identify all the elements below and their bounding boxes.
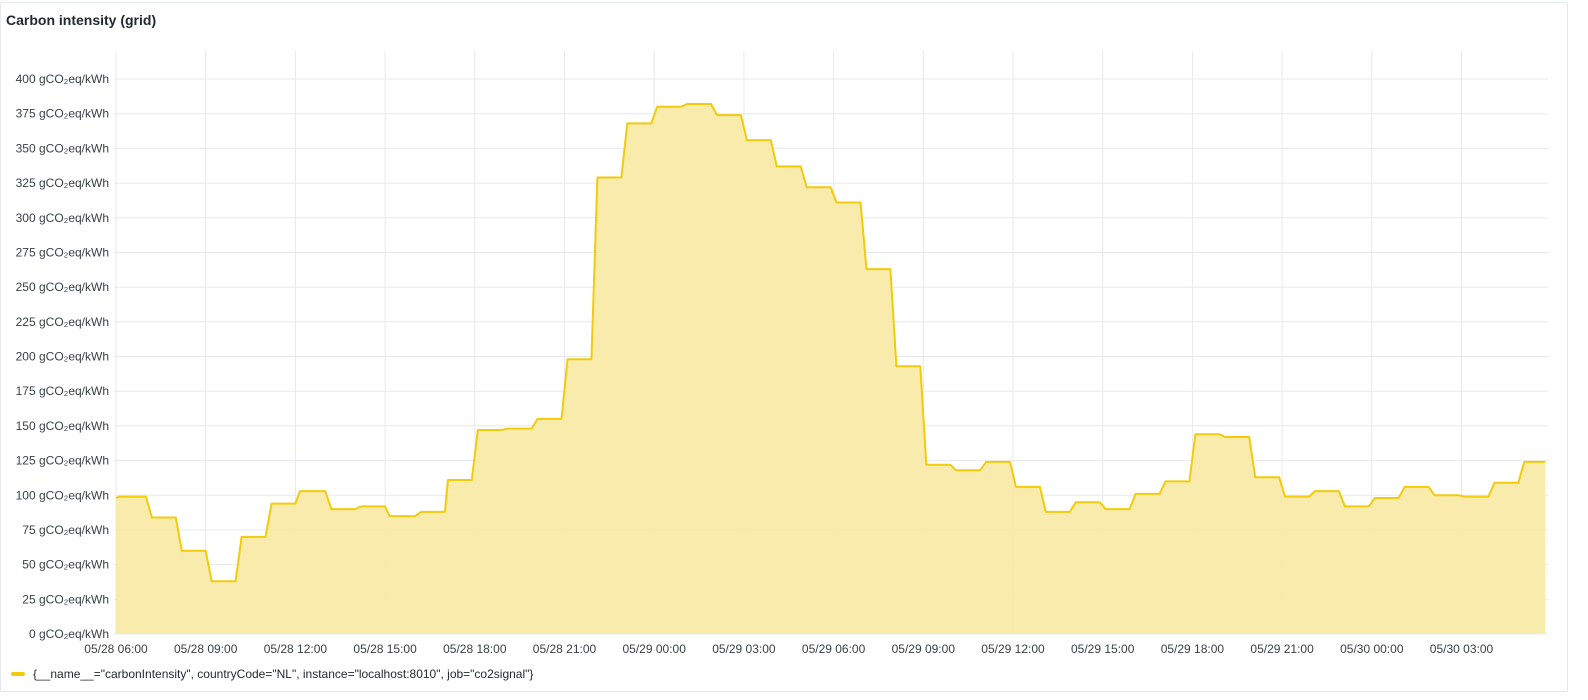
legend-swatch [11,672,25,676]
x-tick-label: 05/30 03:00 [1430,642,1494,656]
x-tick-label: 05/29 00:00 [622,642,686,656]
x-tick-label: 05/29 15:00 [1071,642,1135,656]
y-tick-label: 250 gCO₂eq/kWh [16,280,109,294]
x-tick-label: 05/28 15:00 [353,642,417,656]
x-tick-label: 05/28 12:00 [264,642,328,656]
x-tick-label: 05/29 09:00 [892,642,956,656]
area-chart: 0 gCO₂eq/kWh 25 gCO₂eq/kWh 50 gCO₂eq/kWh 75… [16,51,1548,656]
y-tick-label: 275 gCO₂eq/kWh [16,245,109,259]
x-tick-label: 05/28 18:00 [443,642,507,656]
y-tick-label: 50 gCO₂eq/kWh [22,558,109,572]
chart-panel: Carbon intensity (grid) 0 gCO₂eq/kWh 25 g… [0,2,1568,692]
x-tick-label: 05/29 03:00 [712,642,776,656]
x-tick-label: 05/28 09:00 [174,642,238,656]
y-tick-label: 75 gCO₂eq/kWh [22,523,109,537]
legend[interactable]: {__name__="carbonIntensity", countryCode… [11,667,533,681]
y-tick-label: 325 gCO₂eq/kWh [16,176,109,190]
x-tick-label: 05/28 21:00 [533,642,597,656]
x-tick-label: 05/29 21:00 [1250,642,1314,656]
x-axis: 05/28 06:00 05/28 09:00 05/28 12:00 05/28 1… [84,642,1493,656]
y-axis: 0 gCO₂eq/kWh 25 gCO₂eq/kWh 50 gCO₂eq/kWh 75… [16,72,109,641]
y-tick-label: 125 gCO₂eq/kWh [16,454,109,468]
y-tick-label: 225 gCO₂eq/kWh [16,315,109,329]
x-tick-label: 05/30 00:00 [1340,642,1404,656]
y-tick-label: 150 gCO₂eq/kWh [16,419,109,433]
y-tick-label: 25 gCO₂eq/kWh [22,592,109,606]
y-tick-label: 350 gCO₂eq/kWh [16,141,109,155]
x-tick-label: 05/29 18:00 [1161,642,1225,656]
y-tick-label: 300 gCO₂eq/kWh [16,211,109,225]
y-tick-label: 175 gCO₂eq/kWh [16,384,109,398]
x-tick-label: 05/29 12:00 [981,642,1045,656]
y-tick-label: 100 gCO₂eq/kWh [16,488,109,502]
x-tick-label: 05/29 06:00 [802,642,866,656]
y-tick-label: 0 gCO₂eq/kWh [29,627,109,641]
x-tick-label: 05/28 06:00 [84,642,148,656]
y-tick-label: 200 gCO₂eq/kWh [16,350,109,364]
legend-series-label[interactable]: {__name__="carbonIntensity", countryCode… [33,667,533,681]
y-tick-label: 400 gCO₂eq/kWh [16,72,109,86]
y-tick-label: 375 gCO₂eq/kWh [16,107,109,121]
